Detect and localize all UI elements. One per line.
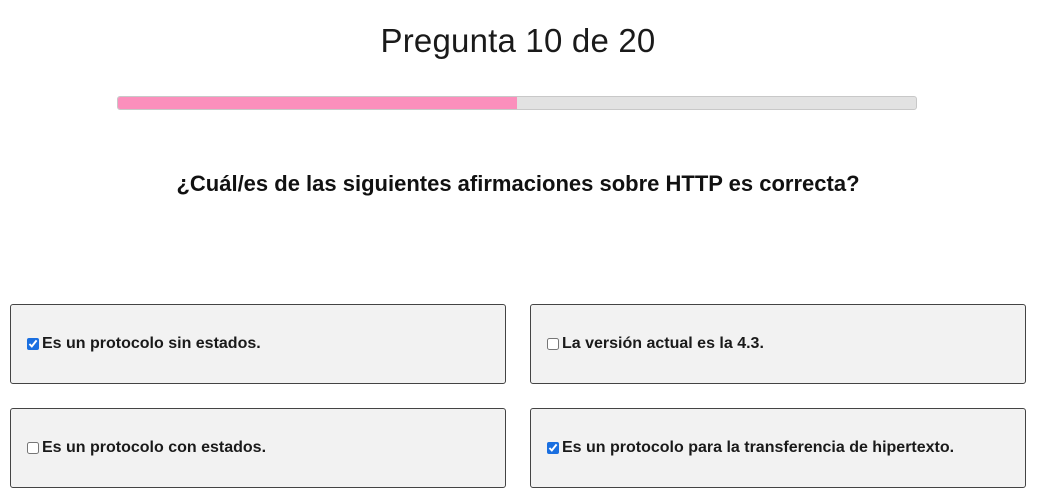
answer-checkbox-2[interactable] bbox=[547, 338, 559, 350]
answer-label-1: Es un protocolo sin estados. bbox=[42, 335, 261, 352]
question-title: ¿Cuál/es de las siguientes afirmaciones … bbox=[176, 171, 860, 196]
progress-bar-fill bbox=[118, 97, 517, 109]
answer-checkbox-4[interactable] bbox=[547, 442, 559, 454]
answer-label-3: Es un protocolo con estados. bbox=[42, 439, 267, 456]
answer-option-4[interactable]: Es un protocolo para la transferencia de… bbox=[530, 408, 1026, 488]
answer-label-2: La versión actual es la 4.3. bbox=[562, 335, 764, 352]
answer-label-4: Es un protocolo para la transferencia de… bbox=[562, 439, 955, 456]
answer-checkbox-3[interactable] bbox=[27, 442, 39, 454]
answer-option-3[interactable]: Es un protocolo con estados. bbox=[10, 408, 506, 488]
answer-checkbox-1[interactable] bbox=[27, 338, 39, 350]
answer-option-1[interactable]: Es un protocolo sin estados. bbox=[10, 304, 506, 384]
question-counter: Pregunta 10 de 20 bbox=[380, 22, 656, 59]
answer-option-2[interactable]: La versión actual es la 4.3. bbox=[530, 304, 1026, 384]
answer-options: Es un protocolo sin estados. La versión … bbox=[10, 304, 1026, 488]
progress-bar bbox=[117, 96, 917, 110]
